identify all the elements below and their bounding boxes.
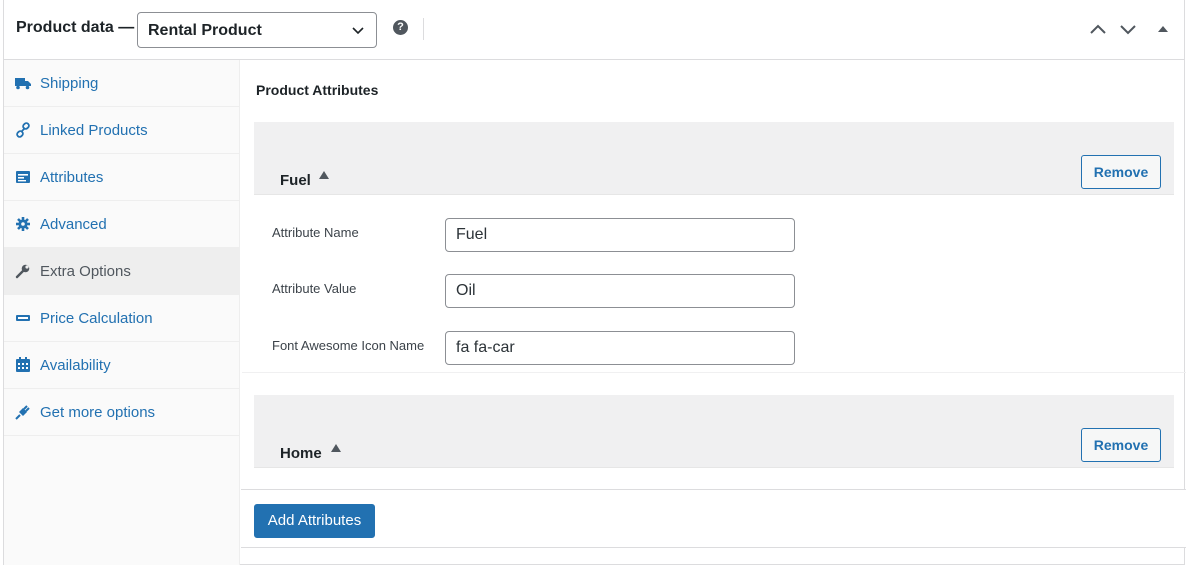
tab-label: Shipping — [40, 75, 99, 92]
gear-icon — [16, 217, 30, 231]
tab-advanced[interactable]: Advanced — [4, 201, 240, 248]
chevron-down-icon — [352, 27, 364, 35]
plug-icon — [15, 405, 30, 420]
product-type-value: Rental Product — [148, 22, 262, 39]
attribute-header-fuel[interactable]: Fuel Remove — [254, 122, 1174, 195]
collapse-arrow-icon[interactable] — [319, 171, 329, 179]
attribute-value-input[interactable] — [445, 274, 795, 308]
tab-availability[interactable]: Availability — [4, 342, 240, 389]
tab-extra-options[interactable]: Extra Options — [4, 248, 240, 295]
section-title: Product Attributes — [256, 82, 379, 98]
tab-label: Availability — [40, 357, 111, 374]
wrench-icon — [15, 264, 30, 279]
field-label: Attribute Value — [272, 281, 357, 296]
add-attributes-button[interactable]: Add Attributes — [254, 504, 375, 538]
tab-label: Extra Options — [40, 263, 131, 280]
collapse-toggle-icon[interactable] — [1156, 22, 1170, 36]
truck-icon — [15, 78, 31, 90]
tab-linked-products[interactable]: Linked Products — [4, 107, 240, 154]
tab-shipping[interactable]: Shipping — [4, 60, 240, 107]
move-up-icon[interactable] — [1089, 22, 1107, 36]
tab-attributes[interactable]: Attributes — [4, 154, 240, 201]
tab-price-calculation[interactable]: Price Calculation — [4, 295, 240, 342]
attribute-name-input[interactable] — [445, 218, 795, 252]
help-icon[interactable]: ? — [393, 20, 408, 35]
ticket-icon — [16, 315, 30, 321]
header-divider — [423, 18, 424, 40]
product-data-tabs: Shipping Linked Products Attributes Adva… — [4, 60, 240, 565]
field-label: Attribute Name — [272, 225, 359, 240]
divider — [242, 372, 1186, 373]
tab-get-more-options[interactable]: Get more options — [4, 389, 240, 436]
icon-name-input[interactable] — [445, 331, 795, 365]
product-data-panel: Product data — Rental Product ? Shipping… — [3, 0, 1186, 565]
remove-attribute-button[interactable]: Remove — [1081, 428, 1161, 462]
tab-label: Price Calculation — [40, 310, 153, 327]
list-icon — [16, 171, 30, 183]
product-type-select[interactable]: Rental Product — [137, 12, 377, 48]
panel-title: Product data — — [16, 19, 135, 36]
panel-header: Product data — Rental Product ? — [4, 0, 1184, 60]
tab-label: Get more options — [40, 404, 156, 421]
calendar-icon — [16, 357, 30, 372]
attribute-header-home[interactable]: Home Remove — [254, 395, 1174, 468]
tab-label: Advanced — [40, 216, 107, 233]
link-icon — [16, 122, 30, 138]
field-label: Font Awesome Icon Name — [272, 338, 425, 353]
attributes-toolbar: Add Attributes — [241, 489, 1186, 548]
attribute-name: Fuel — [280, 172, 311, 189]
attribute-name: Home — [280, 445, 322, 462]
tab-label: Linked Products — [40, 122, 148, 139]
remove-attribute-button[interactable]: Remove — [1081, 155, 1161, 189]
move-down-icon[interactable] — [1119, 22, 1137, 36]
tab-label: Attributes — [40, 169, 104, 186]
collapse-arrow-icon[interactable] — [331, 444, 341, 452]
